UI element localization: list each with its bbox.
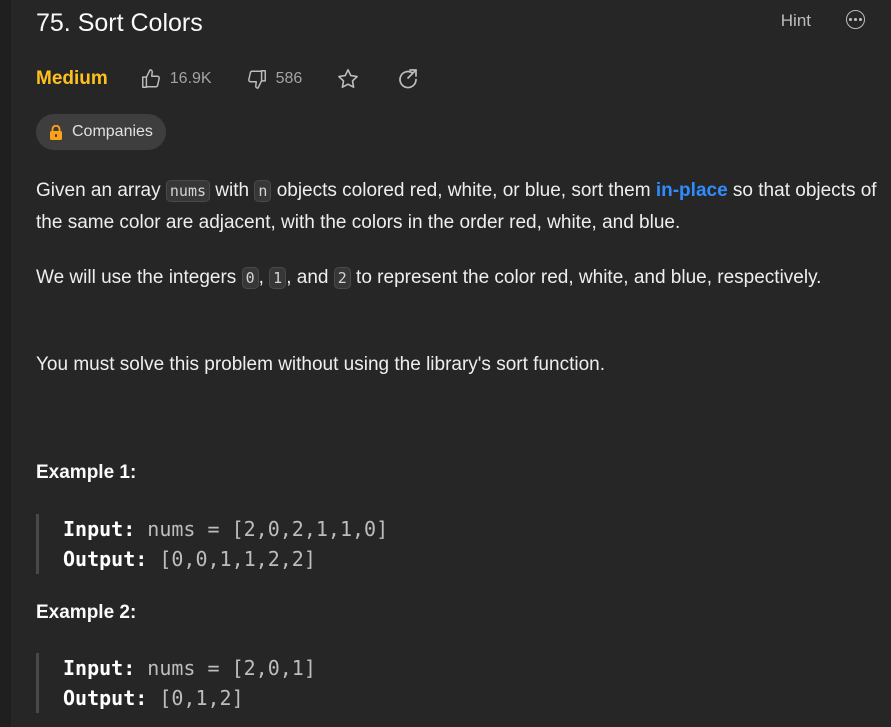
inline-code-nums: nums	[165, 180, 211, 202]
description-paragraph-2: We will use the integers 0, 1, and 2 to …	[36, 267, 822, 289]
left-panel-divider	[0, 0, 11, 727]
example-1-output-value: [0,0,1,1,2,2]	[159, 547, 316, 571]
share-button[interactable]	[396, 67, 420, 91]
example-1-title: Example 1:	[36, 462, 137, 483]
thumbs-up-icon	[141, 69, 160, 88]
example-1-input-value: nums = [2,0,2,1,1,0]	[147, 517, 389, 541]
thumbs-down-icon	[247, 70, 266, 89]
favorite-button[interactable]	[336, 67, 360, 91]
example-1-block: Input: nums = [2,0,2,1,1,0] Output: [0,0…	[36, 514, 388, 574]
more-options-icon[interactable]	[846, 10, 865, 29]
example-2-block: Input: nums = [2,0,1] Output: [0,1,2]	[36, 653, 316, 713]
companies-label: Companies	[72, 123, 153, 140]
example-2-title: Example 2:	[36, 602, 137, 623]
inline-code-n: n	[254, 180, 272, 202]
companies-tag[interactable]: Companies	[36, 114, 166, 150]
inline-code-2: 2	[333, 267, 351, 289]
example-1-output-label: Output:	[63, 547, 148, 571]
description-paragraph-1: Given an array nums with n objects color…	[36, 180, 877, 233]
example-2-input-value: nums = [2,0,1]	[147, 656, 316, 680]
example-2-input-label: Input:	[63, 656, 136, 680]
inline-code-0: 0	[241, 267, 259, 289]
star-icon	[338, 69, 359, 88]
lock-icon	[50, 124, 62, 140]
hint-button[interactable]: Hint	[781, 10, 811, 32]
example-2-output-value: [0,1,2]	[159, 686, 244, 710]
problem-description-panel: 75. Sort Colors Hint Medium 16.9K 586 Co…	[36, 0, 891, 727]
share-icon	[399, 69, 418, 89]
like-button[interactable]: 16.9K	[140, 68, 212, 90]
problem-title[interactable]: 75. Sort Colors	[36, 7, 203, 39]
description-paragraph-3: You must solve this problem without usin…	[36, 354, 605, 375]
problem-meta-bar: Medium 16.9K 586	[36, 65, 456, 93]
example-1-input-label: Input:	[63, 517, 136, 541]
inline-code-1: 1	[269, 267, 287, 289]
dislike-count: 586	[275, 70, 303, 87]
in-place-link[interactable]: in-place	[656, 180, 728, 201]
dislike-button[interactable]: 586	[246, 68, 303, 90]
example-2-output-label: Output:	[63, 686, 148, 710]
like-count: 16.9K	[169, 70, 212, 87]
difficulty-badge: Medium	[36, 68, 108, 89]
